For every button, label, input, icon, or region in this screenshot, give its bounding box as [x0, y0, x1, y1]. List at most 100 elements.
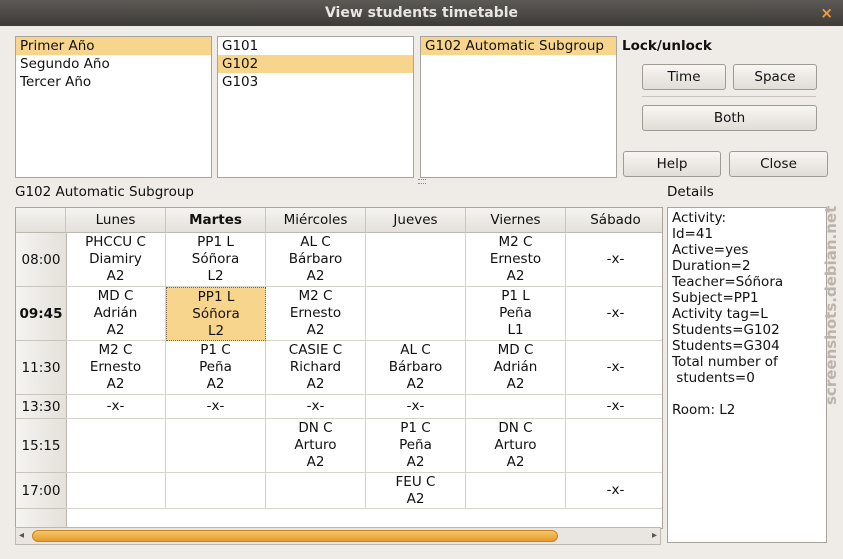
cell-line: M2 C [498, 234, 533, 250]
timetable-cell[interactable]: PP1 L Sóñora L2 [166, 233, 266, 287]
cell-line: A2 [406, 376, 425, 392]
time-row-header[interactable]: 15:15 [16, 419, 67, 473]
cell-line: PP1 L [197, 234, 234, 250]
timetable-cell[interactable]: M2 C Ernesto A2 [466, 233, 566, 287]
cell-line: A2 [106, 322, 125, 338]
cell-line: -x- [306, 398, 325, 414]
close-window-icon[interactable]: × [820, 4, 833, 22]
cell-line: AL C [300, 234, 331, 250]
timetable-cell[interactable] [366, 233, 466, 287]
lock-time-button[interactable]: Time [642, 64, 726, 90]
cell-line: -x- [206, 398, 225, 414]
cell-line: M2 C [98, 342, 133, 358]
years-list[interactable]: Primer Año Segundo Año Tercer Año [15, 36, 212, 178]
timetable-cell[interactable]: -x- [66, 395, 166, 419]
year-item[interactable]: Tercer Año [16, 73, 211, 91]
lock-both-button[interactable]: Both [642, 105, 817, 131]
time-row-header[interactable]: 08:00 [16, 233, 67, 287]
pane-resize-handle[interactable] [418, 179, 426, 184]
timetable-grid[interactable]: Lunes Martes Miércoles Jueves Viernes Sábado 0… [15, 207, 663, 529]
day-header[interactable]: Jueves [366, 208, 466, 233]
horizontal-scrollbar[interactable]: ◂ ▸ [15, 527, 661, 545]
timetable-cell[interactable] [266, 473, 366, 509]
timetable-cell[interactable]: FEU C A2 [366, 473, 466, 509]
groups-list[interactable]: G101 G102 G103 [217, 36, 414, 178]
timetable-cell[interactable] [566, 419, 662, 473]
timetable-cell[interactable]: -x- [266, 395, 366, 419]
timetable-cell[interactable]: -x- [566, 341, 662, 395]
timetable-cell[interactable]: -x- [566, 395, 662, 419]
year-item[interactable]: Primer Año [16, 37, 211, 55]
help-button[interactable]: Help [623, 151, 721, 177]
timetable-cell[interactable]: P1 C Peña A2 [366, 419, 466, 473]
timetable-cell[interactable]: DN C Arturo A2 [266, 419, 366, 473]
year-item[interactable]: Segundo Año [16, 55, 211, 73]
subgroups-list[interactable]: G102 Automatic Subgroup [420, 36, 617, 178]
cell-line: Adrián [93, 305, 138, 321]
details-label: Details [667, 184, 714, 200]
cell-line: MD C [97, 288, 134, 304]
timetable-cell[interactable] [466, 473, 566, 509]
day-header[interactable]: Sábado [566, 208, 662, 233]
day-header[interactable]: Viernes [466, 208, 566, 233]
timetable-cell[interactable] [366, 287, 466, 341]
timetable-cell[interactable]: PP1 L Sóñora L2 [166, 287, 266, 341]
cell-line: A2 [506, 376, 525, 392]
timetable-cell[interactable]: AL C Bárbaro A2 [366, 341, 466, 395]
timetable-cell[interactable] [466, 395, 566, 419]
cell-line: Peña [499, 305, 532, 321]
cell-line: Sóñora [192, 305, 240, 322]
timetable-cell[interactable]: -x- [566, 287, 662, 341]
scroll-right-icon[interactable]: ▸ [652, 530, 657, 541]
cell-line: DN C [298, 420, 333, 436]
time-row-header[interactable]: 17:00 [16, 473, 67, 509]
cell-line: PHCCU C [85, 234, 146, 250]
timetable-cell[interactable]: M2 C Ernesto A2 [66, 341, 166, 395]
timetable-cell[interactable] [66, 473, 166, 509]
cell-line: Bárbaro [388, 359, 443, 375]
timetable-cell[interactable]: P1 C Peña A2 [166, 341, 266, 395]
day-header[interactable]: Lunes [66, 208, 166, 233]
timetable-cell[interactable]: -x- [366, 395, 466, 419]
group-item[interactable]: G103 [218, 73, 413, 91]
cell-line: A2 [106, 268, 125, 284]
cell-line: P1 C [200, 342, 231, 358]
timetable-cell[interactable]: M2 C Ernesto A2 [266, 287, 366, 341]
timetable-cell[interactable] [166, 473, 266, 509]
details-line: Activity: [672, 210, 727, 226]
details-panel: Activity: Id=41 Active=yes Duration=2 Teache… [667, 207, 827, 543]
timetable-cell[interactable]: -x- [166, 395, 266, 419]
cell-line: -x- [606, 251, 625, 267]
lock-space-button[interactable]: Space [733, 64, 817, 90]
timetable-cell[interactable]: PHCCU C Diamiry A2 [66, 233, 166, 287]
timetable-cell[interactable]: CASIE C Richard A2 [266, 341, 366, 395]
timetable-cell[interactable]: MD C Adrián A2 [466, 341, 566, 395]
cell-line: A2 [306, 268, 325, 284]
close-button[interactable]: Close [729, 151, 828, 177]
subgroup-item[interactable]: G102 Automatic Subgroup [421, 37, 616, 55]
day-header[interactable]: Martes [166, 208, 266, 233]
details-line: Duration=2 [672, 258, 751, 274]
day-header[interactable]: Miércoles [266, 208, 366, 233]
time-row-header[interactable]: 11:30 [16, 341, 67, 395]
timetable-cell[interactable]: P1 L Peña L1 [466, 287, 566, 341]
timetable-cell[interactable]: MD C Adrián A2 [66, 287, 166, 341]
cell-line: -x- [606, 398, 625, 414]
scrollbar-thumb[interactable] [32, 530, 558, 542]
scroll-left-icon[interactable]: ◂ [19, 530, 24, 541]
cell-line: Sóñora [191, 251, 240, 267]
time-row-header[interactable]: 13:30 [16, 395, 67, 419]
timetable-cell[interactable] [66, 419, 166, 473]
cell-line: Ernesto [89, 359, 142, 375]
timetable-cell[interactable]: -x- [566, 473, 662, 509]
time-row-header[interactable]: 09:45 [16, 287, 67, 341]
timetable-cell[interactable]: -x- [566, 233, 662, 287]
timetable-cell[interactable]: AL C Bárbaro A2 [266, 233, 366, 287]
timetable-cell[interactable]: DN C Arturo A2 [466, 419, 566, 473]
cell-line: L1 [507, 322, 524, 338]
cell-line: A2 [406, 454, 425, 470]
group-item[interactable]: G102 [218, 55, 413, 73]
timetable-cell[interactable] [166, 419, 266, 473]
group-item[interactable]: G101 [218, 37, 413, 55]
details-line: Room: L2 [672, 402, 736, 418]
